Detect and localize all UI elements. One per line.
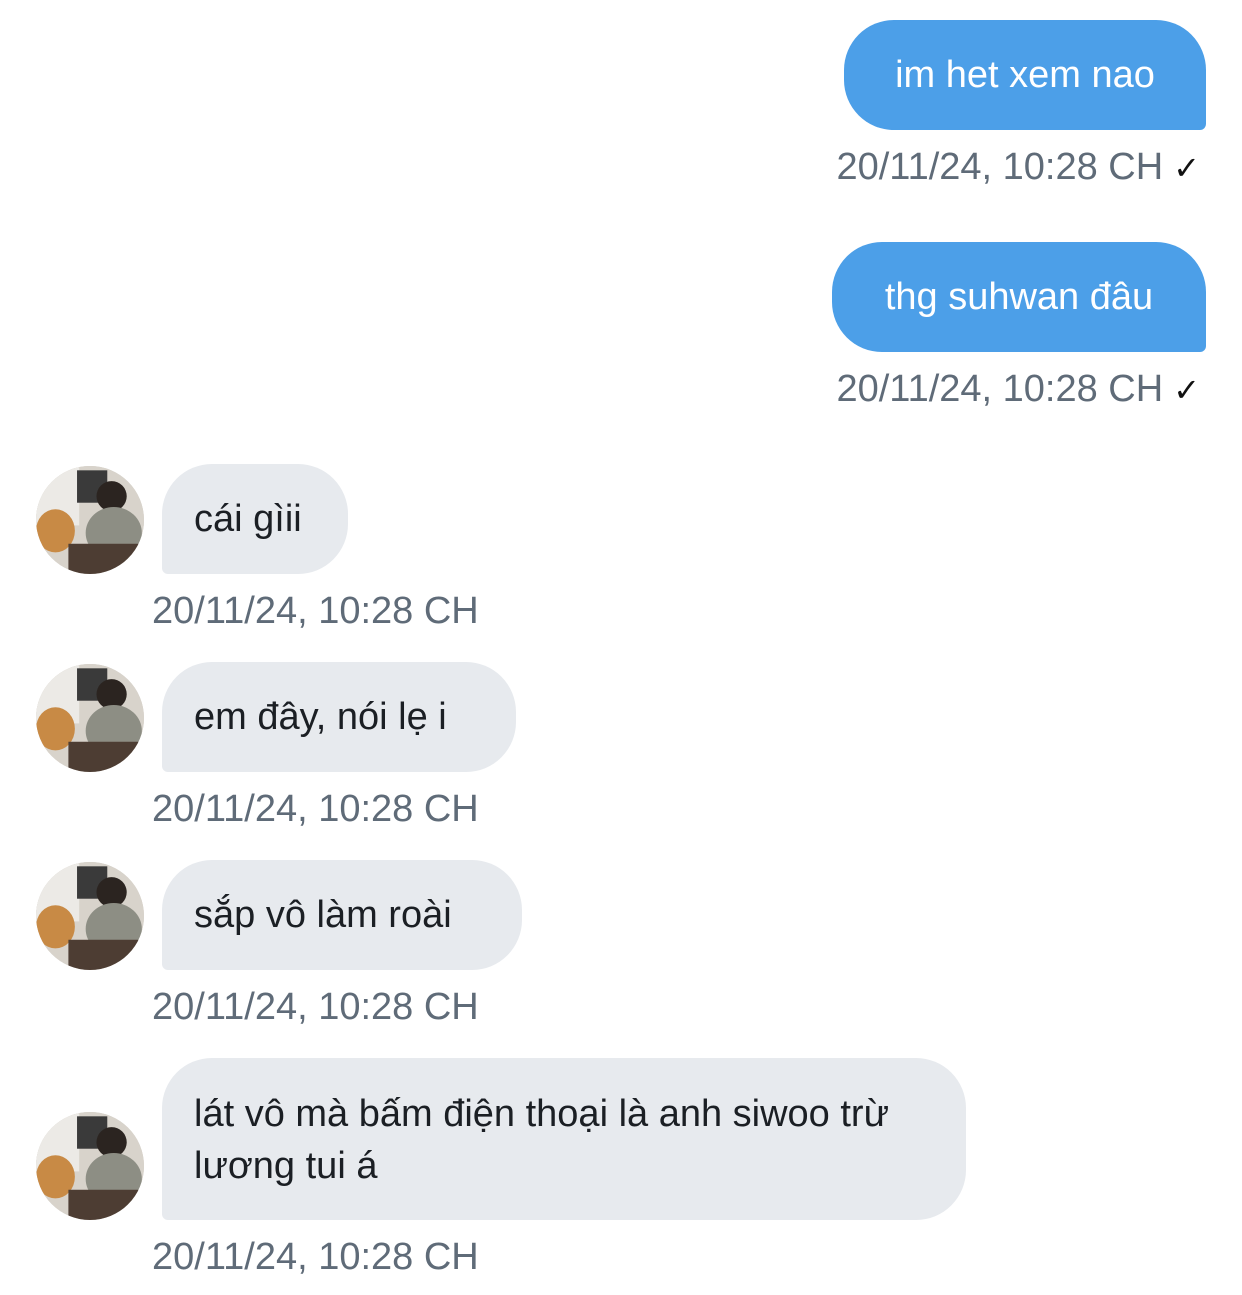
- chat-thread: im het xem nao 20/11/24, 10:28 CH ✓ thg s…: [0, 0, 1242, 1295]
- message-timestamp: 20/11/24, 10:28 CH: [152, 788, 479, 830]
- contact-avatar[interactable]: [36, 466, 144, 574]
- message-timestamp: 20/11/24, 10:28 CH: [152, 986, 479, 1028]
- sent-message-bubble[interactable]: im het xem nao: [844, 20, 1206, 130]
- received-message-bubble[interactable]: lát vô mà bấm điện thoại là anh siwoo tr…: [162, 1058, 966, 1220]
- message-text: im het xem nao: [895, 54, 1155, 96]
- received-message-bubble[interactable]: em đây, nói lẹ i: [162, 662, 516, 772]
- avatar-photo-icon: [36, 862, 144, 970]
- contact-avatar[interactable]: [36, 664, 144, 772]
- contact-avatar[interactable]: [36, 1112, 144, 1220]
- avatar-photo-icon: [36, 466, 144, 574]
- message-timestamp: 20/11/24, 10:28 CH ✓: [836, 368, 1200, 410]
- message-text: em đây, nói lẹ i: [194, 696, 447, 738]
- message-text: sắp vô làm roài: [194, 894, 452, 936]
- message-text: lát vô mà bấm điện thoại là anh siwoo tr…: [194, 1093, 890, 1187]
- message-text: thg suhwan đâu: [884, 276, 1154, 318]
- checkmark-icon: ✓: [1173, 150, 1200, 186]
- avatar-photo-icon: [36, 664, 144, 772]
- message-text: cái gìii: [194, 498, 302, 540]
- received-message-bubble[interactable]: sắp vô làm roài: [162, 860, 522, 970]
- message-timestamp: 20/11/24, 10:28 CH: [152, 1236, 479, 1278]
- received-message-bubble[interactable]: cái gìii: [162, 464, 348, 574]
- avatar-photo-icon: [36, 1112, 144, 1220]
- checkmark-icon: ✓: [1173, 372, 1200, 408]
- message-timestamp: 20/11/24, 10:28 CH ✓: [836, 146, 1200, 188]
- sent-message-bubble[interactable]: thg suhwan đâu: [832, 242, 1206, 352]
- contact-avatar[interactable]: [36, 862, 144, 970]
- message-timestamp: 20/11/24, 10:28 CH: [152, 590, 479, 632]
